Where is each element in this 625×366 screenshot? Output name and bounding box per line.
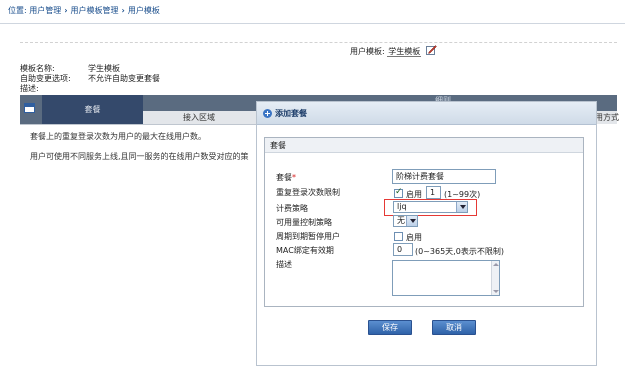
breadcrumb-item-template-management[interactable]: 用户模板管理 — [71, 6, 119, 15]
fieldset-title: 套餐 — [265, 138, 583, 153]
repeat-login-enable-checkbox[interactable] — [394, 187, 403, 198]
template-name-value: 学生模板 — [88, 64, 120, 73]
breadcrumb-item-user-template: 用户模板 — [127, 6, 160, 15]
mac-label: MAC绑定有效期 — [276, 246, 334, 255]
note-line-2: 用户可使用不同服务上线,且同一服务的在线用户数受对应的策 — [30, 152, 249, 161]
package-label-text: 套餐 — [276, 173, 292, 182]
description-field-label: 描述 — [276, 260, 292, 269]
self-change-value: 不允许自助变更套餐 — [88, 74, 160, 83]
dialog-titlebar[interactable]: 添加套餐 — [257, 102, 596, 125]
suspend-enable-label: 启用 — [406, 233, 422, 242]
chevron-down-icon — [406, 216, 417, 226]
chevron-right-icon: › — [121, 6, 125, 15]
mac-days-input[interactable]: 0 — [393, 243, 413, 256]
edit-icon[interactable] — [425, 45, 437, 55]
repeat-count-input[interactable]: 1 — [426, 186, 441, 199]
breadcrumb-item-user-management[interactable]: 用户管理 — [29, 6, 61, 15]
save-button[interactable]: 保存 — [368, 320, 412, 335]
header-divider — [0, 23, 625, 24]
table-bottom-border — [20, 124, 257, 125]
package-label: 套餐* — [276, 172, 296, 183]
self-change-row: 自助变更选项: 不允许自助变更套餐 — [20, 73, 160, 84]
suspend-enable-checkbox[interactable] — [394, 232, 403, 241]
breadcrumb: 位置: 用户管理 › 用户模板管理 › 用户模板 — [8, 5, 160, 16]
column-header-region: 接入区域 — [183, 113, 215, 122]
quota-policy-select[interactable]: 无 — [393, 215, 418, 227]
breadcrumb-prefix: 位置: — [8, 6, 27, 15]
description-label: 描述: — [20, 84, 39, 93]
billing-policy-label: 计费策略 — [276, 204, 308, 213]
dialog-title: 添加套餐 — [275, 109, 307, 118]
quota-policy-label: 可用量控制策略 — [276, 218, 332, 227]
template-header-value: 学生模板 — [387, 47, 422, 57]
repeat-login-label: 重复登录次数限制 — [276, 188, 340, 197]
mac-hint: (0~365天,0表示不限制) — [415, 247, 504, 256]
description-row: 描述: — [20, 83, 39, 94]
table-icon — [24, 103, 35, 113]
highlight-box — [384, 199, 477, 216]
cancel-button[interactable]: 取消 — [432, 320, 476, 335]
quota-policy-value: 无 — [397, 216, 405, 225]
description-textarea[interactable] — [392, 260, 500, 296]
column-header-method: 用方式 — [595, 113, 619, 122]
required-marker: * — [292, 173, 296, 182]
note-line-1: 套餐上的重复登录次数为用户的最大在线用户数。 — [30, 132, 206, 141]
suspend-label: 周期到期暂停用户 — [276, 232, 340, 241]
textarea-scrollbar[interactable] — [491, 261, 499, 295]
chevron-right-icon: › — [64, 6, 68, 15]
template-header-label: 用户模板: — [350, 47, 385, 56]
template-header: 用户模板: 学生模板 — [350, 45, 437, 57]
package-name-input[interactable]: 阶梯计费套餐 — [392, 169, 496, 184]
column-header-package: 套餐 — [42, 95, 143, 124]
add-icon — [263, 109, 272, 118]
section-divider — [20, 42, 617, 43]
